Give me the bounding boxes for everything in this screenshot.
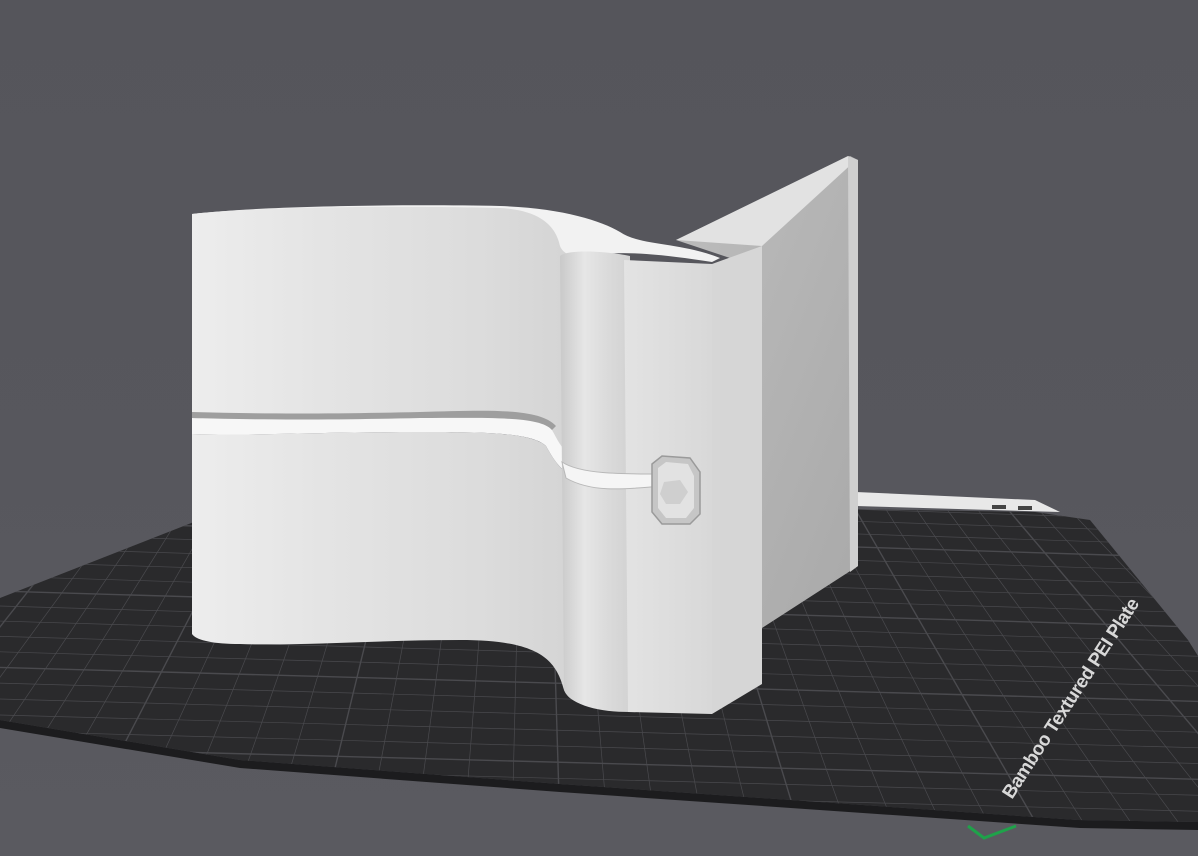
axis-marker — [967, 824, 1017, 840]
plate-ledge-marker — [992, 505, 1006, 509]
plate-grid-line — [0, 830, 1198, 856]
build-plate-scene[interactable]: Bamboo Textured PEI Plate — [0, 0, 1198, 856]
3d-viewport[interactable]: Bamboo Textured PEI Plate — [0, 0, 1198, 856]
nut-pocket — [651, 455, 701, 525]
model[interactable] — [192, 156, 858, 714]
plate-ledge-marker-2 — [1018, 506, 1032, 510]
model-side-edge — [712, 246, 762, 714]
